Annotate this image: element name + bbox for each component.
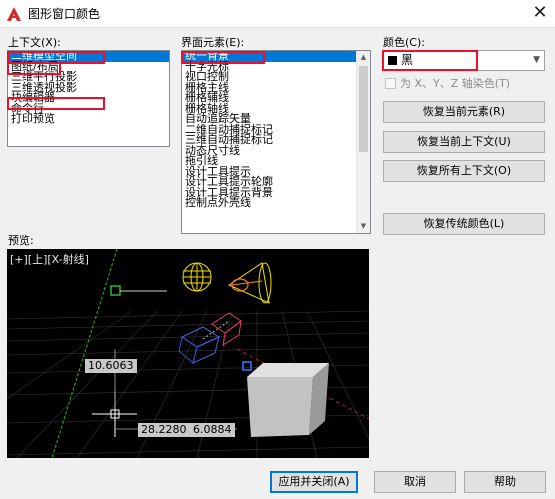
scroll-down-icon[interactable]: ▼ <box>357 220 370 233</box>
context-list-item[interactable]: 打印预览 <box>8 113 169 125</box>
help-button[interactable]: 帮助 <box>464 471 546 493</box>
ucs-marker <box>110 285 121 296</box>
point-light-icon <box>182 262 212 292</box>
interface-list-item[interactable]: 控制点外壳线 <box>182 197 356 209</box>
interface-elements-label: 界面元素(E): <box>181 36 245 49</box>
spotlight-icon <box>227 262 272 304</box>
tint-axes-label: 为 X、Y、Z 轴染色(T) <box>400 77 511 90</box>
restore-current-context-button[interactable]: 恢复当前上下文(U) <box>383 131 545 153</box>
dimension-horizontal-1: 28.2280 <box>138 423 190 437</box>
color-dropdown[interactable]: 黑 ▼ <box>382 50 545 71</box>
close-button[interactable]: ✕ <box>525 0 555 28</box>
restore-current-element-button[interactable]: 恢复当前元素(R) <box>383 101 545 123</box>
viewport-controls-label: [+][上][X-射线] <box>10 253 89 266</box>
window-title: 图形窗口颜色 <box>28 7 101 21</box>
color-label: 颜色(C): <box>383 36 425 49</box>
scroll-thumb[interactable] <box>359 66 368 152</box>
dimension-horizontal-2: 6.0884 <box>190 423 235 437</box>
context-label: 上下文(X): <box>8 36 61 49</box>
color-swatch <box>388 56 397 65</box>
interface-elements-list[interactable]: 统一背景 十字光标 视口控制 栅格主线 栅格辅线 栅格轴线 自动追踪矢量 二维自动捕捉标记 三维… <box>181 50 371 234</box>
preview-label: 预览: <box>8 234 34 247</box>
tint-axes-checkbox[interactable] <box>385 78 396 89</box>
grip-marker <box>242 361 252 371</box>
chevron-down-icon: ▼ <box>533 55 540 65</box>
restore-all-contexts-button[interactable]: 恢复所有上下文(O) <box>383 160 545 182</box>
dimension-vertical: 10.6063 <box>85 359 137 373</box>
preview-viewport: [+][上][X-射线] 10.6063 28.2280 6.0884 <box>7 249 369 458</box>
title-bar: 图形窗口颜色 ✕ <box>0 0 555 28</box>
apply-and-close-button[interactable]: 应用并关闭(A) <box>270 471 358 493</box>
autocad-logo-icon <box>7 7 21 21</box>
scroll-up-icon[interactable]: ▲ <box>357 51 370 64</box>
restore-classic-colors-button[interactable]: 恢复传统颜色(L) <box>383 213 545 235</box>
context-list[interactable]: 二维模型空间 图纸/布局 三维平行投影 三维透视投影 块编辑器 命令行 打印预览 <box>7 50 170 147</box>
solid-box <box>247 363 329 437</box>
vertical-scrollbar[interactable]: ▲ ▼ <box>356 51 370 233</box>
cancel-button[interactable]: 取消 <box>374 471 456 493</box>
crosshair-cursor <box>92 391 137 437</box>
camera-icon <box>178 312 242 364</box>
color-value: 黑 <box>401 53 414 67</box>
